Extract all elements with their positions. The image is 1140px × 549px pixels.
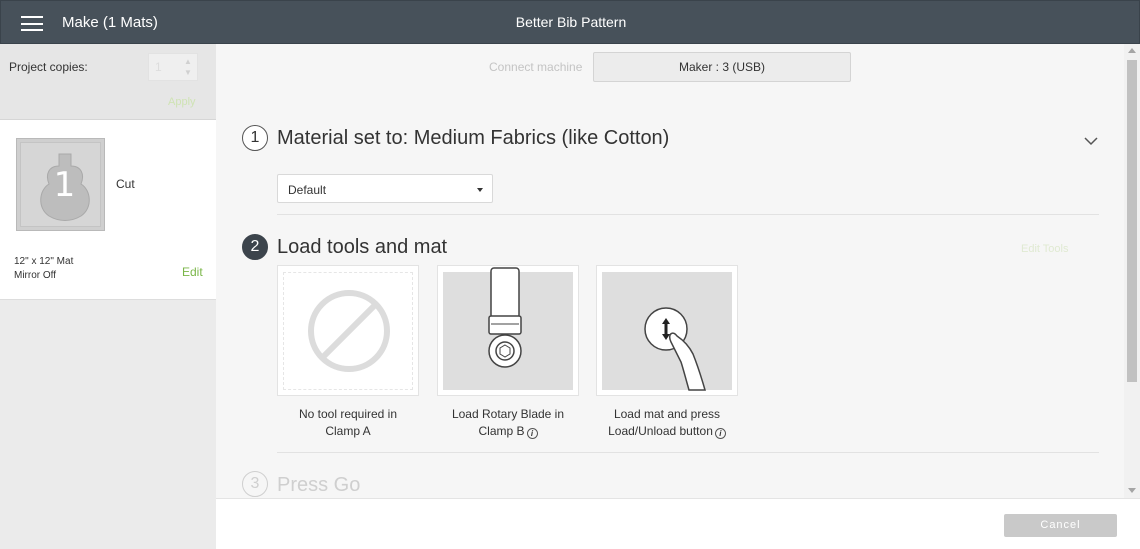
tool-caption-load-mat: Load mat and press Load/Unload button i	[596, 406, 738, 440]
tool-caption-clamp-b: Load Rotary Blade in Clamp Bi	[451, 407, 565, 439]
tool-card-load-mat	[596, 265, 738, 396]
step-1-title: Material set to: Medium Fabrics (like Co…	[277, 127, 670, 149]
footer-bar: Cancel	[216, 498, 1140, 549]
page-title: Make (1 Mats)	[62, 14, 158, 31]
project-copies-label: Project copies:	[9, 60, 88, 74]
pressure-select[interactable]: Default	[277, 174, 493, 203]
info-icon[interactable]: i	[526, 428, 538, 439]
mat-number: 1	[53, 165, 76, 205]
mat-edit-link[interactable]: Edit	[182, 265, 203, 279]
step-1-number: 1	[242, 125, 268, 151]
mat-card[interactable]: 1 Cut 12" x 12" Mat Mirror Off Edit	[0, 120, 216, 300]
mat-mirror-status: Mirror Off	[14, 270, 57, 281]
tool-card-clamp-b	[437, 265, 579, 396]
tool-card-clamp-a	[277, 265, 419, 396]
cancel-button[interactable]: Cancel	[1004, 514, 1117, 537]
info-icon[interactable]: i	[714, 428, 726, 439]
no-tool-icon	[308, 290, 390, 372]
edit-tools-link[interactable]: Edit Tools	[1021, 243, 1069, 255]
scroll-up-icon[interactable]	[1128, 48, 1136, 53]
top-bar: Make (1 Mats) Better Bib Pattern	[0, 0, 1140, 44]
step-3-title: Press Go	[277, 474, 361, 496]
sidebar: Project copies: 1 ▲ ▼ Apply 1 Cut 12" x 1…	[0, 44, 216, 549]
divider	[277, 214, 1099, 215]
connect-machine-label: Connect machine	[489, 60, 583, 74]
step-3-number: 3	[242, 471, 268, 497]
step-2-title: Load tools and mat	[277, 236, 448, 258]
caret-down-icon	[477, 188, 483, 192]
step-2-number: 2	[242, 234, 268, 260]
rotary-blade-icon	[488, 267, 522, 368]
main-panel: Connect machine Maker : 3 (USB) 1 Materi…	[216, 44, 1124, 498]
apply-button[interactable]: Apply	[168, 96, 196, 108]
mat-thumbnail[interactable]: 1	[16, 138, 105, 231]
project-copies-stepper[interactable]: 1 ▲ ▼	[148, 53, 198, 81]
scroll-down-icon[interactable]	[1128, 488, 1136, 493]
mat-size: 12" x 12" Mat	[14, 256, 74, 267]
tool-caption-clamp-a: No tool required in Clamp A	[298, 407, 398, 438]
menu-icon[interactable]	[21, 16, 43, 31]
mat-operation: Cut	[116, 177, 135, 191]
divider	[277, 452, 1099, 453]
mat-preview: 1	[20, 142, 101, 227]
load-unload-button-icon	[644, 307, 706, 391]
machine-select-button[interactable]: Maker : 3 (USB)	[593, 52, 851, 82]
scroll-thumb[interactable]	[1127, 60, 1137, 382]
project-name: Better Bib Pattern	[515, 14, 627, 30]
pressure-select-value: Default	[288, 183, 327, 197]
project-copies-value: 1	[155, 60, 162, 74]
scrollbar[interactable]	[1124, 44, 1140, 498]
stepper-arrows-icon[interactable]: ▲ ▼	[181, 56, 195, 78]
chevron-down-icon[interactable]	[1084, 136, 1098, 146]
project-copies-panel: Project copies: 1 ▲ ▼ Apply	[0, 44, 216, 120]
